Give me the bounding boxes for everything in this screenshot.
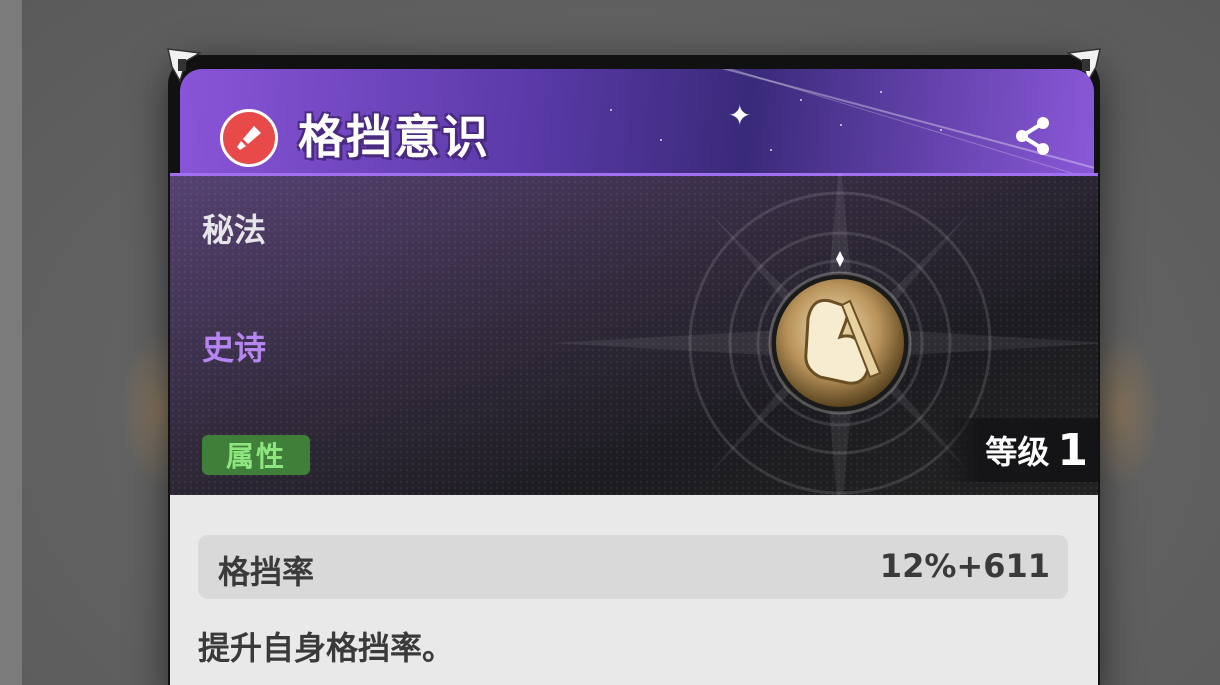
share-icon[interactable]	[1010, 113, 1056, 159]
skill-rarity: 史诗	[202, 329, 267, 367]
card-body: 秘法 史诗 属性 等级 1	[170, 173, 1098, 495]
skill-description: 提升自身格挡率。	[198, 629, 455, 667]
attribute-badge: 属性	[202, 435, 310, 475]
sword-icon	[220, 109, 278, 167]
star-decoration	[770, 149, 772, 151]
stat-value: 12%+611	[879, 547, 1050, 585]
level-label: 等级	[985, 433, 1050, 471]
star-decoration	[800, 99, 802, 101]
skill-category: 秘法	[202, 211, 267, 249]
skill-card: ✦ 格挡意识 秘法 史诗 属性 等级 1 格挡率 12%+611 提升自身格挡率…	[167, 48, 1101, 685]
screen-edge	[0, 0, 22, 685]
stat-row: 格挡率 12%+611	[198, 535, 1068, 599]
card-details: 格挡率 12%+611 提升自身格挡率。	[170, 495, 1098, 685]
sparkle-icon: ✦	[728, 99, 752, 132]
level-display: 等级 1	[940, 418, 1098, 482]
star-decoration	[840, 124, 842, 126]
star-decoration	[610, 109, 612, 111]
star-decoration	[660, 139, 662, 141]
card-header: ✦ 格挡意识	[180, 69, 1094, 173]
level-value: 1	[1057, 424, 1088, 476]
stat-name: 格挡率	[218, 553, 315, 591]
game-screen: ✦ 格挡意识 秘法 史诗 属性 等级 1 格挡率 12%+611 提升自身格挡率…	[0, 0, 1220, 685]
star-decoration	[940, 129, 942, 131]
skill-title: 格挡意识	[298, 110, 490, 164]
star-decoration	[880, 91, 882, 93]
